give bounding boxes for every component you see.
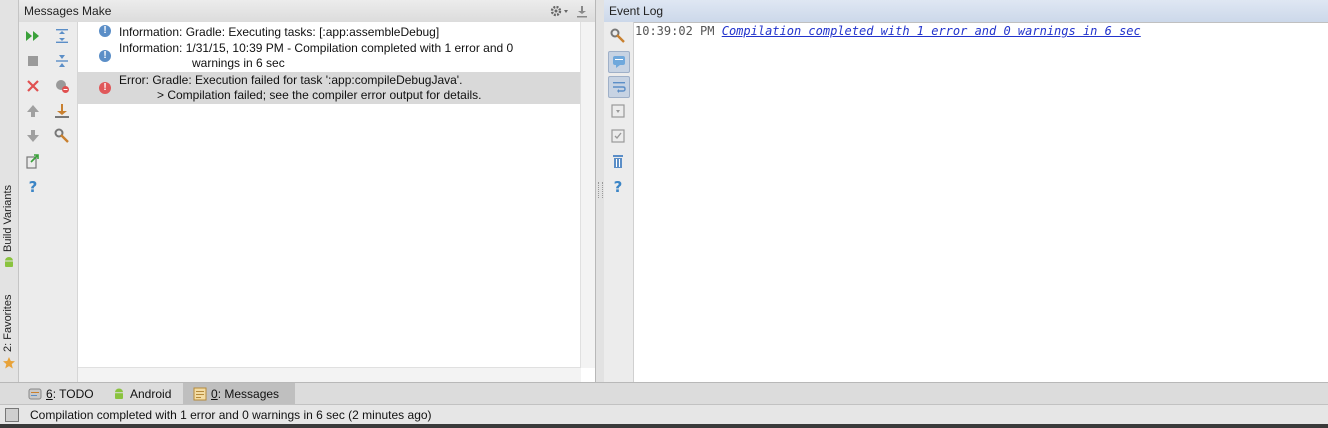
tab-messages[interactable]: 0: Messages (183, 383, 295, 405)
help-button[interactable]: ? (23, 176, 43, 196)
soft-wrap-icon (613, 82, 626, 93)
export-button[interactable] (23, 151, 43, 171)
close-button[interactable] (23, 76, 43, 96)
event-link[interactable]: Compilation completed with 1 error and 0… (722, 24, 1141, 38)
show-warnings-button[interactable] (52, 76, 72, 96)
horizontal-scrollbar[interactable] (78, 367, 581, 382)
balloon-icon (613, 56, 625, 68)
wrench-icon (610, 28, 625, 43)
event-log-title: Event Log (609, 4, 664, 18)
message-row[interactable]: ! Information: 1/31/15, 10:39 PM - Compi… (78, 40, 581, 72)
clear-all-button[interactable] (608, 151, 628, 171)
error-icon: ! (99, 82, 111, 94)
tab-todo-label: : TODO (52, 387, 94, 401)
download-icon (55, 104, 69, 118)
android-icon (5, 257, 13, 267)
rerun-icon (26, 31, 39, 41)
tab-android-label: Android (130, 387, 172, 401)
star-icon (3, 357, 15, 369)
favorites-tab[interactable]: 2: Favorites (0, 288, 19, 372)
close-icon (27, 80, 39, 92)
messages-title: Messages Make (24, 4, 112, 18)
previous-message-button[interactable] (23, 101, 43, 121)
collapse-all-icon (56, 55, 68, 67)
event-settings-button[interactable] (608, 26, 628, 46)
vertical-scrollbar[interactable] (580, 22, 595, 368)
message-text: > Compilation failed; see the compiler e… (157, 88, 482, 102)
tab-todo-mnemonic: 6 (46, 387, 53, 401)
tab-messages-mnemonic: 0 (211, 387, 218, 401)
mark-read-icon (611, 129, 625, 143)
stop-button[interactable] (23, 51, 43, 71)
collapse-all-button[interactable] (52, 51, 72, 71)
messages-icon (193, 387, 207, 401)
wrench-icon (54, 128, 69, 143)
arrow-down-icon (27, 130, 39, 142)
stop-icon (28, 56, 38, 66)
event-time: 10:39:02 PM (635, 24, 715, 38)
event-log-toolbar: ? (604, 22, 634, 382)
expand-all-button[interactable] (52, 26, 72, 46)
event-log-panel: Event Log ? 10:39:02 PM Compilation comp… (604, 0, 1328, 382)
tab-messages-label: : Messages (217, 387, 280, 401)
info-icon: ! (99, 25, 111, 37)
message-row[interactable]: ! Information: Gradle: Executing tasks: … (78, 22, 581, 40)
rerun-button[interactable] (23, 26, 43, 46)
android-icon (114, 388, 124, 399)
message-list[interactable]: ! Information: Gradle: Executing tasks: … (78, 22, 581, 368)
svg-text:?: ? (614, 178, 623, 194)
left-tool-strip: Build Variants 2: Favorites (0, 0, 19, 382)
status-bar: Compilation completed with 1 error and 0… (0, 404, 1328, 424)
show-balloons-button[interactable] (608, 51, 630, 73)
next-message-button[interactable] (23, 126, 43, 146)
mark-all-read-button[interactable] (608, 126, 628, 146)
messages-toolbar-right (48, 22, 78, 382)
tab-android[interactable]: Android (106, 383, 177, 405)
expand-all-icon (56, 29, 68, 43)
messages-header: Messages Make (19, 0, 595, 23)
tab-todo[interactable]: 6: TODO (22, 383, 100, 405)
bottom-tool-tabs: 6: TODO Android 0: Messages (0, 382, 1328, 405)
warning-filter-icon (56, 80, 69, 93)
settings-tools-button[interactable] (52, 126, 72, 146)
build-variants-tab[interactable]: Build Variants (0, 176, 19, 272)
tool-windows-toggle-icon[interactable] (5, 408, 19, 422)
help-icon: ? (29, 178, 38, 194)
message-row-selected[interactable]: ! Error: Gradle: Execution failed for ta… (78, 72, 581, 104)
build-variants-label: Build Variants (2, 184, 14, 252)
favorites-label: 2: Favorites (2, 294, 14, 352)
messages-panel: Messages Make ? ! Information: Gradle: E… (19, 0, 596, 382)
status-text: Compilation completed with 1 error and 0… (30, 408, 432, 422)
message-text: Information: Gradle: Executing tasks: [:… (119, 25, 440, 39)
scroll-to-end-button[interactable] (608, 101, 628, 121)
message-text: Information: 1/31/15, 10:39 PM - Compila… (119, 41, 514, 55)
messages-toolbar-left: ? (19, 22, 48, 382)
scroll-to-end-icon (611, 104, 625, 118)
help-icon: ? (614, 178, 623, 194)
trash-icon (613, 155, 623, 168)
gear-icon[interactable] (549, 4, 569, 18)
svg-text:?: ? (29, 178, 38, 194)
export-icon (26, 154, 39, 169)
window-bottom-edge (0, 424, 1328, 428)
autoscroll-button[interactable] (52, 101, 72, 121)
event-log-entry: 10:39:02 PM Compilation completed with 1… (635, 24, 1141, 38)
splitter-grip (598, 182, 603, 198)
message-text: warnings in 6 sec (192, 56, 285, 70)
panel-splitter[interactable] (596, 0, 604, 382)
arrow-up-icon (27, 105, 39, 117)
event-help-button[interactable]: ? (608, 176, 628, 196)
info-icon: ! (99, 50, 111, 62)
soft-wraps-button[interactable] (608, 76, 630, 98)
event-log-header: Event Log (604, 0, 1328, 23)
hide-panel-icon[interactable] (575, 4, 589, 18)
todo-icon (28, 388, 42, 400)
message-text: Error: Gradle: Execution failed for task… (119, 73, 463, 87)
